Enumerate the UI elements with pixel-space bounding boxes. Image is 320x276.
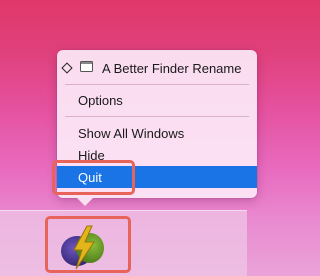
menu-item-show-all-windows-label: Show All Windows <box>78 125 185 141</box>
menu-item-show-all-windows[interactable]: Show All Windows <box>57 122 257 144</box>
menu-pointer-arrow <box>77 198 93 206</box>
quit-highlight-box <box>52 160 135 195</box>
active-window-diamond-icon <box>61 62 73 74</box>
menu-item-app-window-label: A Better Finder Rename <box>102 60 242 76</box>
menu-item-options-label: Options <box>78 92 123 108</box>
dock-icon-highlight-box <box>45 216 131 273</box>
menu-item-options[interactable]: Options <box>57 89 257 111</box>
menu-separator <box>65 116 249 117</box>
menu-separator <box>65 84 249 85</box>
menu-item-app-window[interactable]: A Better Finder Rename <box>57 57 257 79</box>
window-icon <box>80 61 93 72</box>
